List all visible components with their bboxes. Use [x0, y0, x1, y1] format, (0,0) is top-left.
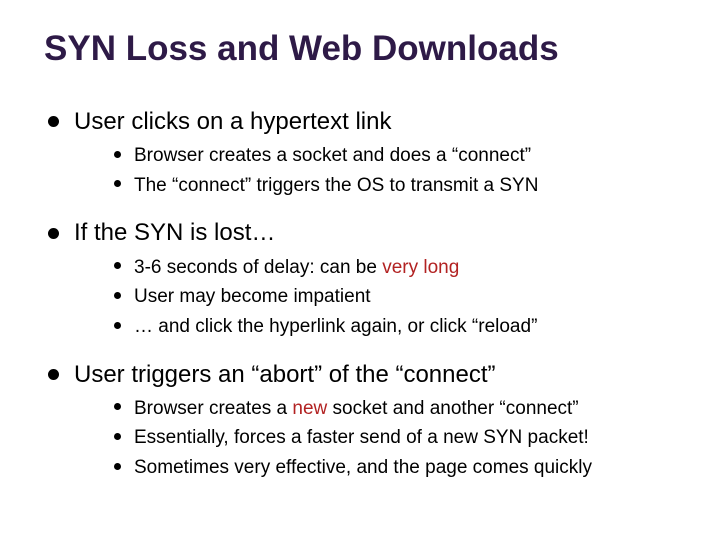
- sub-bullet-prefix: Browser creates a: [134, 398, 292, 419]
- sub-bullet-prefix: 3-6 seconds of delay: can be: [134, 257, 382, 278]
- sub-bullet-item: Browser creates a socket and does a “con…: [74, 142, 676, 170]
- sub-bullet-item: The “connect” triggers the OS to transmi…: [74, 172, 676, 200]
- sub-bullet-highlight: new: [292, 398, 327, 419]
- bullet-text: User clicks on a hypertext link: [74, 108, 391, 135]
- sub-bullet-text: Sometimes very effective, and the page c…: [134, 457, 592, 478]
- sub-bullet-item: Browser creates a new socket and another…: [74, 395, 676, 423]
- sub-bullet-text: Essentially, forces a faster send of a n…: [134, 427, 589, 448]
- sub-bullet-item: Sometimes very effective, and the page c…: [74, 454, 676, 482]
- bullet-text: If the SYN is lost…: [74, 219, 275, 246]
- sub-bullet-item: 3-6 seconds of delay: can be very long: [74, 254, 676, 282]
- bullet-item: User triggers an “abort” of the “connect…: [44, 359, 676, 482]
- sub-bullet-item: Essentially, forces a faster send of a n…: [74, 424, 676, 452]
- bullet-item: If the SYN is lost… 3-6 seconds of delay…: [44, 217, 676, 340]
- sub-list: Browser creates a new socket and another…: [74, 395, 676, 482]
- sub-bullet-text: User may become impatient: [134, 286, 371, 307]
- bullet-list: User clicks on a hypertext link Browser …: [44, 106, 676, 482]
- slide-title: SYN Loss and Web Downloads: [44, 28, 676, 70]
- sub-list: Browser creates a socket and does a “con…: [74, 142, 676, 199]
- sub-list: 3-6 seconds of delay: can be very long U…: [74, 254, 676, 341]
- sub-bullet-text: Browser creates a socket and does a “con…: [134, 145, 531, 166]
- sub-bullet-item: … and click the hyperlink again, or clic…: [74, 313, 676, 341]
- sub-bullet-item: User may become impatient: [74, 283, 676, 311]
- sub-bullet-highlight: very long: [382, 257, 459, 278]
- slide: SYN Loss and Web Downloads User clicks o…: [0, 0, 720, 540]
- bullet-text: User triggers an “abort” of the “connect…: [74, 361, 496, 388]
- sub-bullet-text: The “connect” triggers the OS to transmi…: [134, 175, 538, 196]
- sub-bullet-text: … and click the hyperlink again, or clic…: [134, 316, 537, 337]
- bullet-item: User clicks on a hypertext link Browser …: [44, 106, 676, 199]
- sub-bullet-suffix: socket and another “connect”: [327, 398, 578, 419]
